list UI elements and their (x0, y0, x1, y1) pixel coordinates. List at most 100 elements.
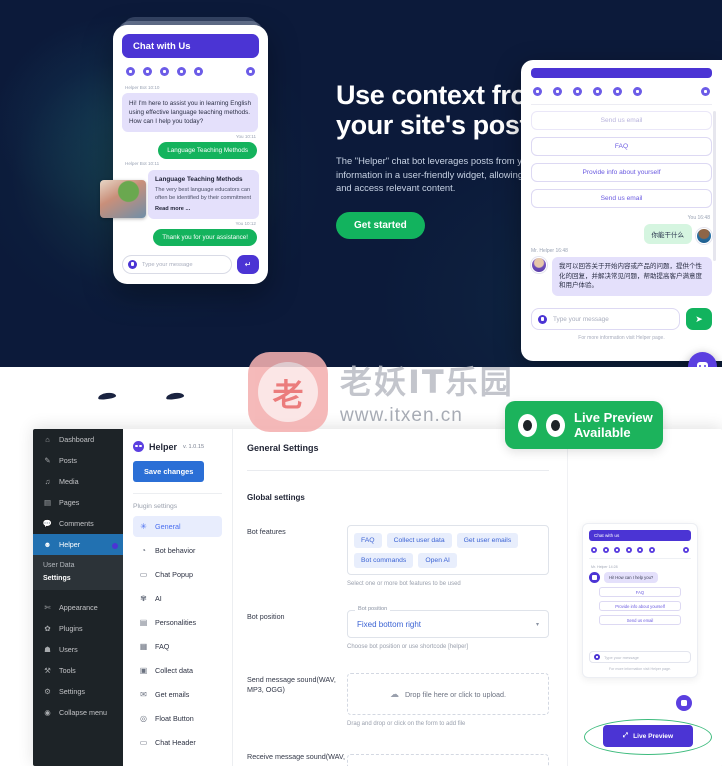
preview-option-provide-info[interactable]: Provide info about yourself (599, 601, 681, 611)
emoji-icon[interactable] (594, 654, 600, 660)
info-icon[interactable] (126, 67, 135, 76)
mail-icon[interactable] (160, 67, 169, 76)
preview-option-send-email[interactable]: Send us email (599, 615, 681, 625)
info-icon[interactable] (591, 547, 597, 553)
plugin-nav-personalities[interactable]: ▤ Personalities (133, 612, 222, 633)
preview-float-button[interactable] (676, 695, 692, 711)
sidebar-item-label: Dashboard (59, 435, 95, 444)
sidebar-item-comments[interactable]: 💬 Comments (33, 513, 123, 534)
chip-collect-user-data[interactable]: Collect user data (386, 533, 452, 548)
send-button[interactable]: ↵ (237, 255, 259, 274)
scrollbar[interactable] (713, 111, 716, 261)
phone-icon[interactable] (625, 547, 632, 553)
info-icon[interactable] (533, 87, 542, 96)
sidebar-item-tools[interactable]: ⚒ Tools (33, 660, 123, 681)
sidebar-item-settings[interactable]: ⚙ Settings (33, 681, 123, 702)
plugin-nav-chat-header[interactable]: ▭ Chat Header (133, 732, 222, 753)
mail-icon[interactable] (614, 547, 620, 553)
live-preview-badge-text: Live Preview Available (574, 410, 653, 440)
close-icon[interactable] (701, 87, 710, 96)
live-preview-button[interactable]: ⤢ Live Preview (603, 725, 693, 747)
vk-icon[interactable] (143, 67, 152, 76)
sidebar-subitem-user-data[interactable]: User Data (33, 559, 123, 572)
sidebar-item-media[interactable]: ♫ Media (33, 471, 123, 492)
chip-open-ai[interactable]: Open AI (418, 553, 457, 568)
send-sound-dropzone[interactable]: ☁ Drop file here or click to upload. (347, 673, 549, 715)
receive-sound-dropzone[interactable] (347, 754, 549, 766)
facebook-icon[interactable] (637, 547, 643, 553)
sidebar-item-pages[interactable]: ▤ Pages (33, 492, 123, 513)
emoji-icon[interactable] (128, 260, 137, 269)
vk-icon[interactable] (602, 547, 609, 553)
phone-icon[interactable] (593, 87, 602, 96)
plugin-nav-ai[interactable]: ✾ AI (133, 588, 222, 609)
eye-shape-left (97, 391, 117, 401)
plugin-nav-general[interactable]: ✳ General (133, 516, 222, 537)
facebook-icon[interactable] (194, 67, 203, 76)
get-started-button[interactable]: Get started (336, 211, 425, 239)
sidebar-item-users[interactable]: ☗ Users (33, 639, 123, 660)
facebook-icon[interactable] (613, 87, 622, 96)
sidebar-item-plugins[interactable]: ✿ Plugins (33, 618, 123, 639)
telegram-icon[interactable] (633, 87, 642, 96)
sidebar-subitem-settings[interactable]: Settings (33, 572, 123, 585)
settings-content: General Settings Global settings Bot fea… (233, 429, 567, 766)
plugin-nav-get-emails[interactable]: ✉ Get emails (133, 684, 222, 705)
avatar (531, 257, 547, 273)
left-chat-widget: Chat with Us Helper Bot 10:10 Hi! I'm he… (100, 25, 268, 284)
widget-social-icons (531, 78, 712, 105)
quick-reply-option[interactable]: Send us email (531, 111, 712, 130)
quick-reply-option[interactable]: Send us email (531, 189, 712, 208)
message-meta: Mr. Helper 16:48 (531, 248, 568, 254)
field-control: Bot position Fixed bottom right ▾ Choose… (347, 606, 549, 650)
eyes-decoration (97, 391, 185, 404)
plugin-nav-chat-popup[interactable]: ▭ Chat Popup (133, 564, 222, 585)
bot-position-select[interactable]: Bot position Fixed bottom right ▾ (347, 606, 549, 638)
sidebar-item-collapse-menu[interactable]: ◉ Collapse menu (33, 702, 123, 723)
section-title: Global settings (247, 493, 305, 502)
plugin-nav-float-button[interactable]: ◎ Float Button (133, 708, 222, 729)
mail-icon[interactable] (573, 87, 582, 96)
chip-bot-commands[interactable]: Bot commands (354, 553, 414, 568)
telegram-icon[interactable] (648, 547, 655, 553)
plugin-nav-bot-behavior[interactable]: ◔ Bot behavior (133, 540, 222, 561)
message-input[interactable]: Type your message (122, 255, 232, 274)
sidebar-item-dashboard[interactable]: ⌂ Dashboard (33, 429, 123, 450)
message-input[interactable]: Type your message (531, 308, 680, 330)
sidebar-item-label: Pages (59, 498, 80, 507)
plug-icon: ✿ (44, 624, 51, 633)
sidebar-item-appearance[interactable]: ✄ Appearance (33, 597, 123, 618)
select-value: Fixed bottom right (357, 619, 422, 629)
ai-icon: ✾ (140, 594, 147, 603)
watermark-logo-char: 老 (258, 362, 318, 422)
chat-header-icon: ▭ (139, 738, 148, 747)
close-icon[interactable] (246, 67, 255, 76)
settings-icon: ⚙ (44, 687, 51, 696)
preview-option-faq[interactable]: FAQ (599, 587, 681, 597)
field-help-text: Drag and drop or click on the form to ad… (347, 721, 466, 727)
watermark-brand: 老妖IT乐园 (340, 363, 514, 401)
quick-reply-option[interactable]: Provide info about yourself (531, 163, 712, 182)
chip-faq[interactable]: FAQ (354, 533, 382, 548)
live-preview-available-badge[interactable]: Live Preview Available (505, 401, 663, 449)
plugin-nav-faq[interactable]: ▦ FAQ (133, 636, 222, 657)
divider (133, 493, 222, 494)
message-meta: Helper Bot 10:10 (125, 85, 160, 90)
sidebar-item-helper[interactable]: ☻ Helper (33, 534, 123, 555)
read-more-link[interactable]: Read more ... (155, 206, 252, 212)
close-icon[interactable] (683, 547, 689, 553)
chevron-down-icon[interactable]: ▾ (536, 621, 539, 628)
save-changes-button[interactable]: Save changes (133, 461, 205, 482)
vk-icon[interactable] (553, 87, 562, 96)
phone-icon[interactable] (177, 67, 186, 76)
send-button[interactable]: ➤ (686, 308, 712, 330)
preview-input-placeholder: Type your message (604, 654, 639, 660)
sidebar-item-posts[interactable]: ✎ Posts (33, 450, 123, 471)
plugin-nav-collect-data[interactable]: ▣ Collect data (133, 660, 222, 681)
preview-input-row: Type your message (589, 651, 691, 663)
emoji-icon[interactable] (538, 314, 547, 324)
preview-message-input[interactable]: Type your message (589, 651, 691, 663)
quick-reply-option[interactable]: FAQ (531, 137, 712, 156)
chip-get-user-emails[interactable]: Get user emails (456, 533, 519, 548)
post-card-message[interactable]: Language Teaching Methods The very best … (100, 170, 259, 219)
